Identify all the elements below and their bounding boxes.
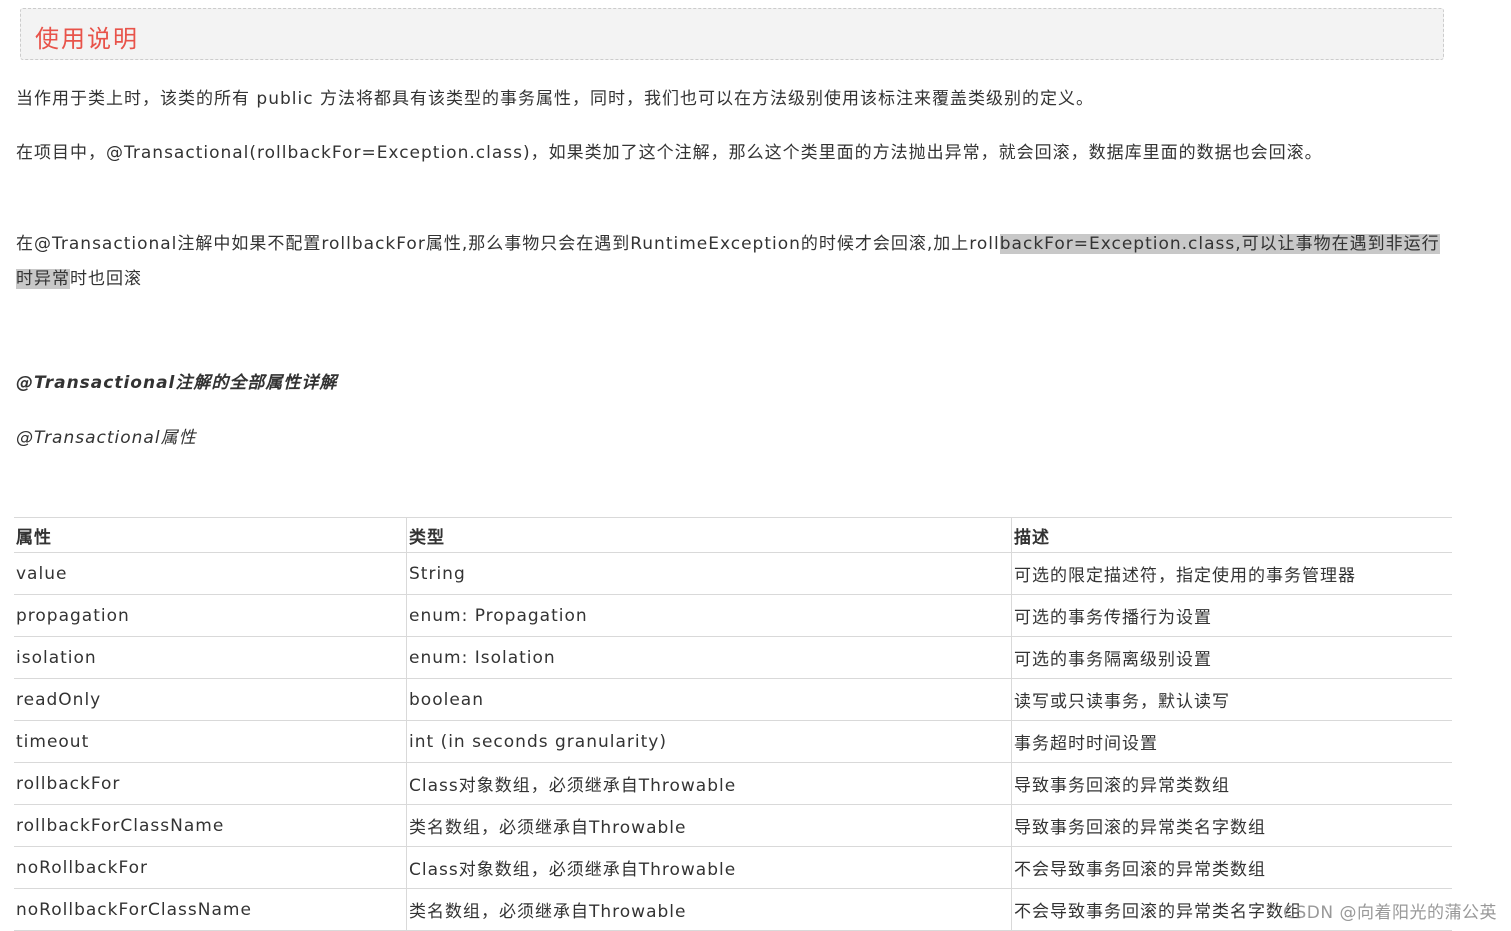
csdn-watermark: CSDN @向着阳光的蒲公英: [1283, 903, 1497, 923]
header-attribute: 属性: [14, 517, 407, 553]
cell-attribute: timeout: [14, 720, 407, 763]
cell-description: 导致事务回滚的异常类数组: [1011, 762, 1452, 805]
table-row: timeout int (in seconds granularity) 事务超…: [14, 720, 1452, 763]
cell-type: int (in seconds granularity): [406, 720, 1012, 763]
cell-type: boolean: [406, 678, 1012, 721]
table-row: value String 可选的限定描述符，指定使用的事务管理器: [14, 552, 1452, 595]
cell-description: 不会导致事务回滚的异常类数组: [1011, 846, 1452, 889]
cell-type: 类名数组，必须继承自Throwable: [406, 888, 1012, 931]
table-row: noRollbackForClassName 类名数组，必须继承自Throwab…: [14, 888, 1452, 931]
table-row: isolation enum: Isolation 可选的事务隔离级别设置: [14, 636, 1452, 679]
cell-type: Class对象数组，必须继承自Throwable: [406, 846, 1012, 889]
paragraph-project-usage: 在项目中，@Transactional(rollbackFor=Exceptio…: [16, 143, 1323, 163]
cell-type: enum: Isolation: [406, 636, 1012, 679]
cell-attribute: rollbackFor: [14, 762, 407, 805]
attributes-table: 属性 类型 描述 value String 可选的限定描述符，指定使用的事务管理…: [14, 517, 1452, 931]
cell-type: Class对象数组，必须继承自Throwable: [406, 762, 1012, 805]
section-title: @Transactional注解的全部属性详解: [16, 373, 338, 393]
cell-attribute: rollbackForClassName: [14, 804, 407, 847]
cell-attribute: readOnly: [14, 678, 407, 721]
paragraph-class-level: 当作用于类上时，该类的所有 public 方法将都具有该类型的事务属性，同时，我…: [16, 89, 1094, 109]
paragraph-rollbackfor: 在@Transactional注解中如果不配置rollbackFor属性,那么事…: [16, 227, 1456, 297]
cell-description: 可选的限定描述符，指定使用的事务管理器: [1011, 552, 1452, 595]
notice-title: 使用说明: [35, 25, 139, 53]
cell-type: String: [406, 552, 1012, 595]
cell-attribute: propagation: [14, 594, 407, 637]
cell-attribute: value: [14, 552, 407, 595]
cell-type: 类名数组，必须继承自Throwable: [406, 804, 1012, 847]
cell-description: 读写或只读事务，默认读写: [1011, 678, 1452, 721]
cell-description: 可选的事务隔离级别设置: [1011, 636, 1452, 679]
header-type: 类型: [406, 517, 1012, 553]
paragraph-rollbackfor-tail: 时也回滚: [70, 269, 142, 289]
paragraph-rollbackfor-plain: 在@Transactional注解中如果不配置rollbackFor属性,那么事…: [16, 234, 1000, 254]
cell-attribute: isolation: [14, 636, 407, 679]
table-row: rollbackForClassName 类名数组，必须继承自Throwable…: [14, 804, 1452, 847]
cell-description: 可选的事务传播行为设置: [1011, 594, 1452, 637]
usage-notice-box: 使用说明: [20, 8, 1444, 60]
table-row: noRollbackFor Class对象数组，必须继承自Throwable 不…: [14, 846, 1452, 889]
header-description: 描述: [1011, 517, 1452, 553]
cell-type: enum: Propagation: [406, 594, 1012, 637]
section-subtitle: @Transactional属性: [16, 428, 197, 448]
table-row: rollbackFor Class对象数组，必须继承自Throwable 导致事…: [14, 762, 1452, 805]
table-header-row: 属性 类型 描述: [14, 517, 1452, 553]
table-row: propagation enum: Propagation 可选的事务传播行为设…: [14, 594, 1452, 637]
cell-description: 导致事务回滚的异常类名字数组: [1011, 804, 1452, 847]
table-row: readOnly boolean 读写或只读事务，默认读写: [14, 678, 1452, 721]
cell-description: 事务超时时间设置: [1011, 720, 1452, 763]
cell-attribute: noRollbackFor: [14, 846, 407, 889]
cell-attribute: noRollbackForClassName: [14, 888, 407, 931]
